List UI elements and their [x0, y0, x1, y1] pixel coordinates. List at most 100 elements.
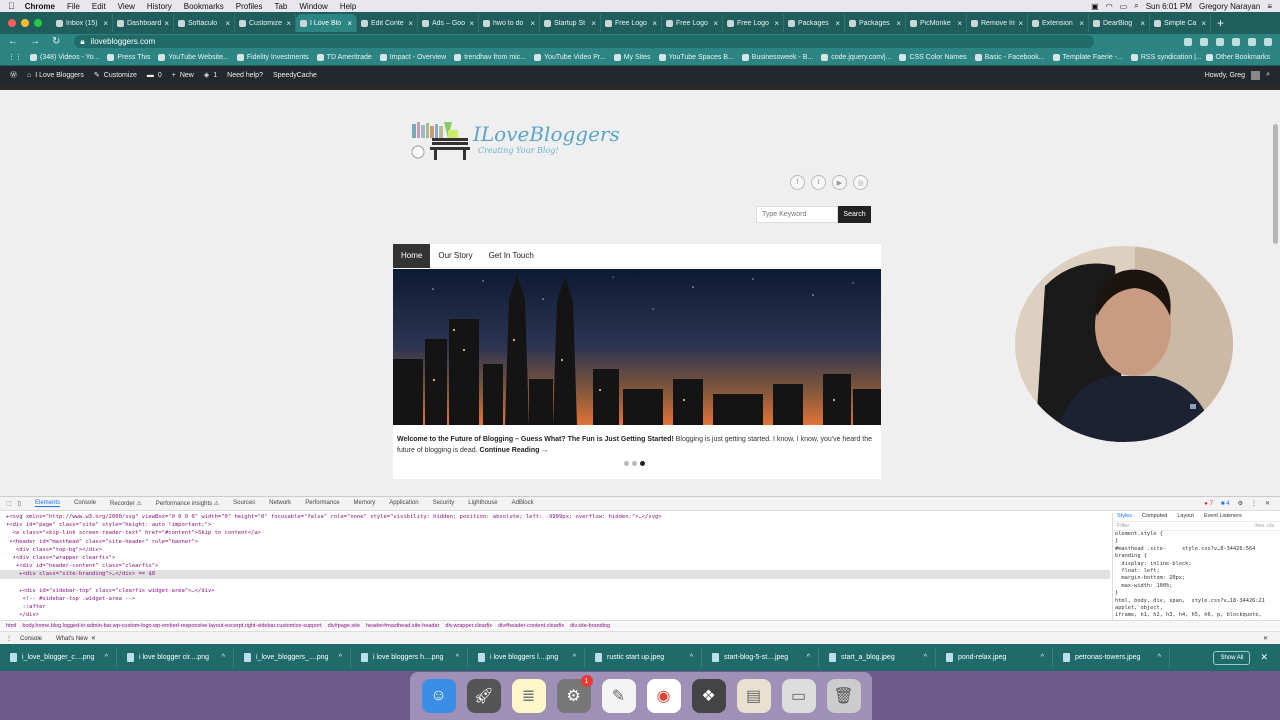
dom-node-line[interactable]: <!-- #sidebar-top .widget-area --> [0, 595, 1110, 603]
download-item[interactable]: start-blog-5-st....jpeg ^ [702, 647, 819, 668]
devtools-tab[interactable]: Lighthouse [468, 500, 497, 507]
elements-dom-tree[interactable]: ▸<svg xmlns="http://www.w3.org/2000/svg"… [0, 513, 1110, 620]
wp-updates[interactable]: ◈ 1 [204, 71, 217, 80]
gear-icon[interactable]: ⚙ [1238, 500, 1243, 507]
nav-our-story[interactable]: Our Story [430, 244, 480, 268]
devtools-tab[interactable]: Sources [233, 500, 255, 507]
chevron-up-icon[interactable]: ^ [339, 654, 342, 661]
close-icon[interactable]: × [1018, 19, 1023, 28]
dom-node-line[interactable] [0, 579, 1110, 587]
error-count[interactable]: ● 7 [1204, 501, 1213, 507]
close-icon[interactable]: × [286, 19, 291, 28]
twitter-icon[interactable]: t [811, 175, 826, 190]
bookmark-item[interactable]: RSS syndication |... [1130, 53, 1202, 61]
browser-tab[interactable]: Packages × [845, 14, 906, 32]
download-item[interactable]: start_a_blog.jpeg ^ [819, 647, 936, 668]
wp-logo-icon[interactable]: Ⓦ [10, 70, 17, 80]
browser-tab[interactable]: Free Logo × [723, 14, 784, 32]
back-icon[interactable]: ← [8, 36, 18, 47]
styles-tab[interactable]: Computed [1142, 513, 1167, 521]
notes-icon[interactable]: ≣ [511, 679, 546, 713]
dom-node-line[interactable]: </div> [0, 611, 1110, 619]
slider-dot-1[interactable] [624, 461, 629, 466]
other-bookmarks[interactable]: Other Bookmarks [1205, 53, 1270, 61]
chevron-up-icon[interactable]: ^ [1041, 654, 1044, 661]
dom-node-line[interactable]: ▾<div id="page" class="site" style="heig… [0, 521, 1110, 529]
status-icon[interactable]: ▣ [1091, 2, 1099, 11]
devtools-tab[interactable]: Application [389, 500, 418, 507]
folder-stack-icon[interactable]: ▭ [781, 679, 816, 713]
bookmark-item[interactable]: trendhav from mic... [454, 53, 526, 61]
control-center-icon[interactable]: ≡ [1267, 2, 1272, 11]
wifi-icon[interactable]: ◠ [1106, 2, 1113, 11]
devtools-tab[interactable]: Security [433, 500, 455, 507]
close-icon[interactable]: × [530, 19, 535, 28]
browser-tab[interactable]: Inbox (15) × [52, 14, 113, 32]
menu-edit[interactable]: Edit [92, 2, 106, 11]
close-window-button[interactable] [8, 19, 16, 27]
close-icon[interactable]: × [957, 19, 962, 28]
chevron-up-icon[interactable]: ^ [222, 654, 225, 661]
bookmark-item[interactable]: (348) Videos - Yo... [30, 53, 99, 61]
wp-help[interactable]: Need help? [227, 72, 263, 79]
close-icon[interactable]: ✕ [1260, 652, 1268, 663]
nav-get-in-touch[interactable]: Get In Touch [481, 244, 542, 268]
instagram-icon[interactable]: ◎ [853, 175, 868, 190]
bookmark-item[interactable]: Impact - Overview [379, 53, 446, 61]
show-all-button[interactable]: Show All [1213, 650, 1251, 665]
system-settings-icon[interactable]: ⚙ 1 [556, 675, 593, 713]
breadcrumb-item[interactable]: body.home.blog.logged-in.admin-bar.wp-cu… [22, 623, 321, 629]
wp-howdy[interactable]: Howdy, Greg [1205, 72, 1245, 79]
browser-tab[interactable]: I Love Blo × [296, 14, 357, 32]
browser-tab[interactable]: Startup St × [540, 14, 601, 32]
minimize-window-button[interactable] [21, 19, 29, 27]
search-button[interactable]: Search [838, 206, 871, 223]
browser-tab[interactable]: Dashboard × [113, 14, 174, 32]
chevron-up-icon[interactable]: ^ [105, 654, 108, 661]
close-icon[interactable]: × [774, 19, 779, 28]
forward-icon[interactable]: → [30, 36, 40, 47]
search-input[interactable] [756, 206, 838, 223]
close-icon[interactable]: × [1140, 19, 1145, 28]
close-icon[interactable]: × [835, 19, 840, 28]
devtools-tab[interactable]: AdBlock [512, 500, 534, 507]
close-icon[interactable]: × [225, 19, 230, 28]
breadcrumb-item[interactable]: div.wrapper.clearfix [445, 623, 492, 629]
menu-profiles[interactable]: Profiles [236, 2, 263, 11]
styles-filter-options[interactable]: :hov .cls [1254, 523, 1280, 529]
styles-filter-input[interactable]: Filter [1117, 523, 1254, 529]
trash-icon[interactable]: 🗑︎ [826, 679, 861, 713]
dom-node-line[interactable]: ▸<div id="sidebar-top" class="clearfix w… [0, 587, 1110, 595]
search-icon[interactable]: ⌕ [1266, 71, 1270, 79]
devtools-tab[interactable]: Elements [34, 500, 60, 507]
menu-clock[interactable]: Sun 6:01 PM [1146, 2, 1192, 11]
download-item[interactable]: i love bloggers h....png ^ [351, 647, 468, 668]
dom-node-line[interactable]: ▾<div id="header-content" class="clearfi… [0, 562, 1110, 570]
dom-node-line[interactable]: ▸<svg xmlns="http://www.w3.org/2000/svg"… [0, 513, 1110, 521]
menu-help[interactable]: Help [340, 2, 356, 11]
download-item[interactable]: i love blogger cir....png ^ [117, 647, 234, 668]
menu-user[interactable]: Gregory Narayan [1199, 2, 1260, 11]
bookmark-item[interactable]: Fidelity Investments [236, 53, 309, 61]
devtools-tab[interactable]: Recorder ⚠ [110, 500, 142, 507]
browser-tab[interactable]: Ads – Goo × [418, 14, 479, 32]
inspect-icon[interactable]: ⬚ [6, 500, 12, 507]
search-icon[interactable]: ⌕ [1134, 1, 1138, 11]
nav-home[interactable]: Home [393, 243, 431, 268]
dom-node-line[interactable]: ▾<header id="masthead" class="site-heade… [0, 538, 1110, 546]
breadcrumb-item[interactable]: div#page.site [328, 623, 360, 629]
devtools-tab[interactable]: Performance [305, 500, 339, 507]
browser-tab[interactable]: Free Logo × [662, 14, 723, 32]
download-item[interactable]: pond-relax.jpeg ^ [936, 647, 1053, 668]
styles-tab[interactable]: Layout [1177, 513, 1194, 521]
zoom-window-button[interactable] [34, 19, 42, 27]
apple-icon[interactable]:  [8, 1, 15, 11]
close-icon[interactable]: × [713, 19, 718, 28]
browser-tab[interactable]: Customize × [235, 14, 296, 32]
menu-view[interactable]: View [118, 2, 135, 11]
chevron-up-icon[interactable]: ^ [456, 654, 459, 661]
menu-bookmarks[interactable]: Bookmarks [184, 2, 224, 11]
continue-reading-link[interactable]: Continue Reading → [480, 447, 549, 454]
dom-node-line[interactable]: ▾<div class="wrapper clearfix"> [0, 554, 1110, 562]
chevron-up-icon[interactable]: ^ [1158, 654, 1161, 661]
